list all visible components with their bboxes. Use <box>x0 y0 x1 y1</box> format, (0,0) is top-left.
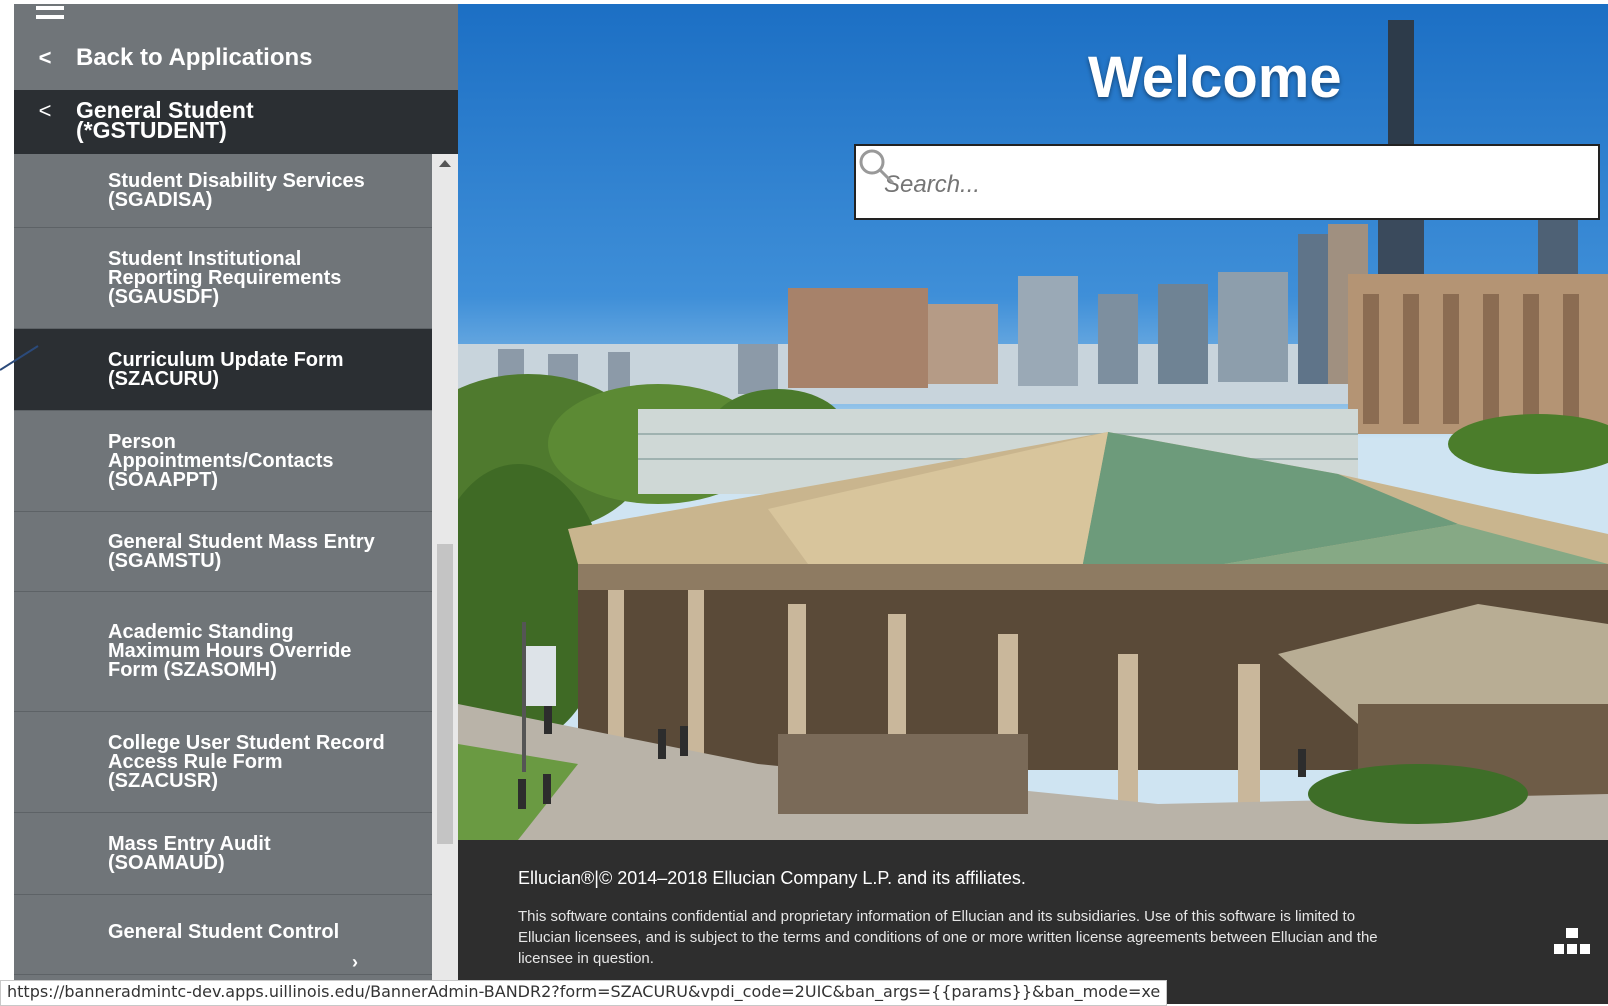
menu-item-szacuru[interactable]: Curriculum Update Form (SZACURU) <box>14 329 432 411</box>
menu-item-sgamstu[interactable]: General Student Mass Entry (SGAMSTU) <box>14 512 432 592</box>
menu-item-szacusr[interactable]: College User Student Record Access Rule … <box>14 712 432 813</box>
chevron-left-icon: < <box>38 98 52 123</box>
sitemap-icon[interactable] <box>1554 928 1590 956</box>
menu-item-label: Mass Entry Audit (SOAMAUD) <box>108 832 271 874</box>
search-input[interactable] <box>882 164 1506 206</box>
menu-scrollbar[interactable] <box>432 154 458 1004</box>
current-menu-header[interactable]: < General Student (*GSTUDENT) <box>14 90 458 154</box>
search-bar[interactable] <box>854 144 1600 220</box>
menu-item-label: Person Appointments/Contacts (SOAAPPT) <box>108 430 334 491</box>
current-menu-label: General Student (*GSTUDENT) <box>76 97 254 143</box>
back-to-applications-link[interactable]: < Back to Applications <box>14 26 458 90</box>
scroll-up-arrow-icon[interactable] <box>439 160 451 167</box>
menu-item-label: College User Student Record Access Rule … <box>108 731 385 792</box>
welcome-heading: Welcome <box>1088 45 1342 110</box>
menu-item-label: General Student Mass Entry (SGAMSTU) <box>108 530 375 572</box>
campus-skyline-image <box>458 20 1608 840</box>
menu-item-sgadisa[interactable]: Student Disability Services (SGADISA) <box>14 154 432 228</box>
application-nav-panel: < Back to Applications < General Student… <box>14 4 458 1004</box>
annotation-line <box>0 345 39 371</box>
search-icon[interactable] <box>856 146 896 186</box>
scrollbar-thumb[interactable] <box>437 544 453 844</box>
menu-item-label: General Student Control <box>108 921 340 943</box>
menu-item-label: Student Institutional Reporting Requirem… <box>108 247 342 308</box>
menu-item-label: Curriculum Update Form (SZACURU) <box>108 348 344 390</box>
menu-item-general-student-control[interactable]: General Student Control › <box>14 895 432 975</box>
chevron-right-icon: › <box>352 952 358 972</box>
menu-item-soamaud[interactable]: Mass Entry Audit (SOAMAUD) <box>14 813 432 895</box>
menu-item-soaappt[interactable]: Person Appointments/Contacts (SOAAPPT) <box>14 411 432 512</box>
copyright-text: Ellucian®|© 2014–2018 Ellucian Company L… <box>518 868 1026 888</box>
status-bar-url: https://banneradmintc-dev.apps.uillinois… <box>0 980 1168 1006</box>
chevron-left-icon: < <box>38 45 52 70</box>
menu-item-szasomh[interactable]: Academic Standing Maximum Hours Override… <box>14 592 432 712</box>
back-label: Back to Applications <box>76 44 313 71</box>
menu-item-sgausdf[interactable]: Student Institutional Reporting Requirem… <box>14 228 432 329</box>
menu-item-label: Student Disability Services (SGADISA) <box>108 169 365 211</box>
legal-notice: This software contains confidential and … <box>518 908 1378 967</box>
hamburger-icon[interactable] <box>36 6 64 28</box>
menu-item-list: Student Disability Services (SGADISA) St… <box>14 154 432 1004</box>
menu-item-label: Academic Standing Maximum Hours Override… <box>108 621 352 681</box>
hero-banner: Welcome <box>458 4 1608 840</box>
